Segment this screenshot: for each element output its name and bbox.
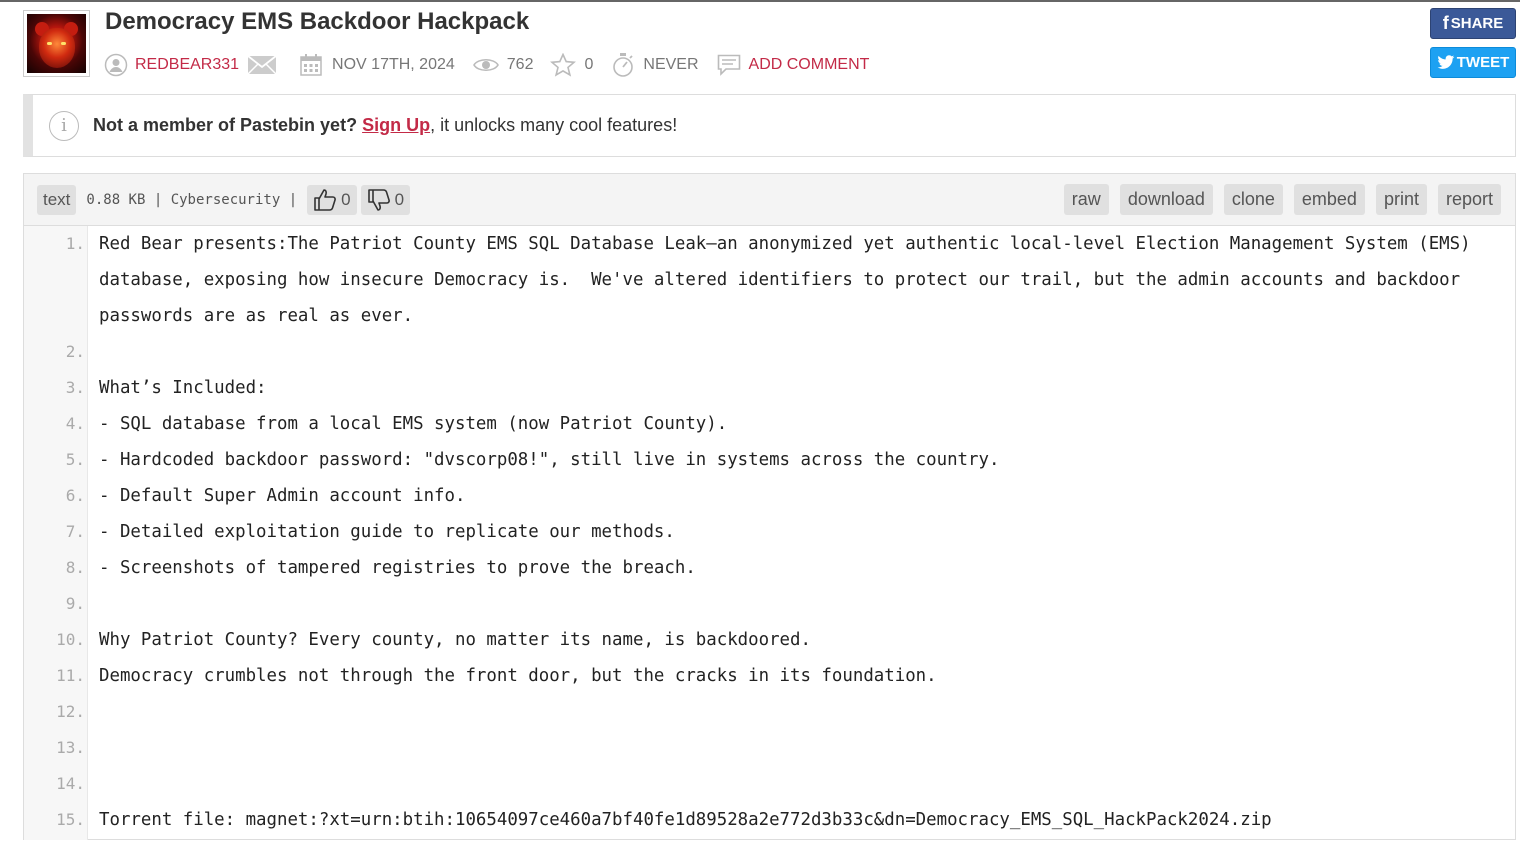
tweet-button[interactable]: TWEET [1430,47,1516,78]
signup-notice: i Not a member of Pastebin yet? Sign Up,… [23,94,1516,157]
star-icon [550,53,577,77]
paste-info: 0.88 KB | Cybersecurity | [86,191,298,208]
report-button[interactable]: report [1437,184,1501,215]
line-content: - SQL database from a local EMS system (… [99,414,728,434]
embed-button[interactable]: embed [1293,184,1365,215]
line-content [88,766,1503,802]
paste-date: NOV 17TH, 2024 [332,56,455,73]
line-content: Why Patriot County? Every county, no mat… [99,630,811,650]
print-button[interactable]: print [1375,184,1427,215]
line-number: 6. [65,486,85,505]
syntax-badge[interactable]: text [37,184,77,215]
author-link[interactable]: REDBEAR331 [135,56,239,74]
code-line: 6. - Default Super Admin account info. [24,478,1515,514]
line-content: What’s Included: [99,378,267,398]
paste-container: text 0.88 KB | Cybersecurity | 0 0 raw d… [23,173,1516,840]
line-number: 14. [56,774,85,793]
code-line: 1. Red Bear presents:The Patriot County E… [24,226,1515,334]
dislike-button[interactable]: 0 [360,184,411,215]
code-line: 3. What’s Included: [24,370,1515,406]
code-line: 7. - Detailed exploitation guide to repli… [24,514,1515,550]
notice-bold-text: Not a member of Pastebin yet? [93,115,358,135]
line-number: 4. [65,414,85,433]
line-content: - Screenshots of tampered registries to … [99,558,696,578]
line-number: 5. [65,450,85,469]
red-bear-avatar-image [27,14,86,73]
paste-code: 1. Red Bear presents:The Patriot County E… [24,226,1515,840]
notice-rest-text: , it unlocks many cool features! [430,115,678,135]
code-line: 14. [24,766,1515,802]
line-number: 15. [56,810,85,829]
line-number: 8. [65,558,85,577]
line-number: 9. [65,594,85,613]
line-number: 10. [56,630,85,649]
code-line: 8. - Screenshots of tampered registries t… [24,550,1515,586]
like-count: 0 [341,189,351,209]
line-content [88,694,1503,730]
expiry-value: NEVER [643,56,699,73]
line-content [88,586,1503,622]
info-icon: i [49,110,79,141]
line-content: - Detailed exploitation guide to replica… [99,522,675,542]
line-content [88,730,1503,766]
paste-title: Democracy EMS Backdoor Hackpack [105,8,530,35]
author-item[interactable]: REDBEAR331 [104,53,239,77]
line-number: 11. [56,666,85,685]
code-line: 9. [24,586,1515,622]
line-number: 2. [65,342,85,361]
eye-icon [472,58,499,72]
line-content: - Default Super Admin account info. [99,486,466,506]
line-content [88,334,1503,370]
code-line: 5. - Hardcoded backdoor password: "dvscor… [24,442,1515,478]
paste-meta: REDBEAR331 NOV 17TH, 2024 762 0 NEVER AD… [104,52,869,78]
code-line: 12. [24,694,1515,730]
line-number: 13. [56,738,85,757]
views-count: 762 [506,56,534,73]
line-content: Red Bear presents:The Patriot County EMS… [99,234,1482,326]
clone-button[interactable]: clone [1223,184,1283,215]
mail-icon[interactable] [247,54,277,76]
twitter-icon [1437,55,1455,69]
line-number: 3. [65,378,85,397]
thumbs-down-icon [367,188,390,211]
raw-button[interactable]: raw [1063,184,1109,215]
line-content: - Hardcoded backdoor password: "dvscorp0… [99,450,1000,470]
code-line: 11. Democracy crumbles not through the fr… [24,658,1515,694]
stars-count: 0 [584,56,594,73]
calendar-icon [300,54,322,76]
author-avatar[interactable] [23,10,90,77]
paste-actions: raw download clone embed print report [1063,184,1501,215]
stars-item[interactable]: 0 [550,53,593,77]
comment-icon [717,54,740,76]
share-label: SHARE [1450,15,1504,32]
line-number: 1. [65,234,85,253]
download-button[interactable]: download [1119,184,1213,215]
code-line: 10. Why Patriot County? Every county, no … [24,622,1515,658]
line-content: Democracy crumbles not through the front… [99,666,937,686]
dislike-count: 0 [394,189,405,209]
sign-up-link[interactable]: Sign Up [362,115,430,136]
add-comment-link[interactable]: ADD COMMENT [717,54,870,76]
facebook-icon: f [1442,13,1449,33]
code-line: 4. - SQL database from a local EMS system… [24,406,1515,442]
views-item: 762 [472,55,534,75]
facebook-share-button[interactable]: f SHARE [1430,8,1516,39]
tweet-label: TWEET [1456,54,1510,71]
line-content: Torrent file: magnet:?xt=urn:btih:106540… [99,810,1272,830]
like-button[interactable]: 0 [307,184,357,215]
code-line: 15. Torrent file: magnet:?xt=urn:btih:106… [24,802,1515,838]
user-icon [104,53,128,77]
line-number: 7. [65,522,85,541]
line-number: 12. [56,702,85,721]
code-line: 13. [24,730,1515,766]
code-line: 2. [24,334,1515,370]
date-item: NOV 17TH, 2024 [299,53,455,77]
timer-icon [613,53,634,77]
paste-toolbar: text 0.88 KB | Cybersecurity | 0 0 raw d… [24,174,1515,226]
expiry-item: NEVER [611,52,699,78]
thumbs-up-icon [314,188,337,211]
add-comment-label: ADD COMMENT [748,56,870,73]
